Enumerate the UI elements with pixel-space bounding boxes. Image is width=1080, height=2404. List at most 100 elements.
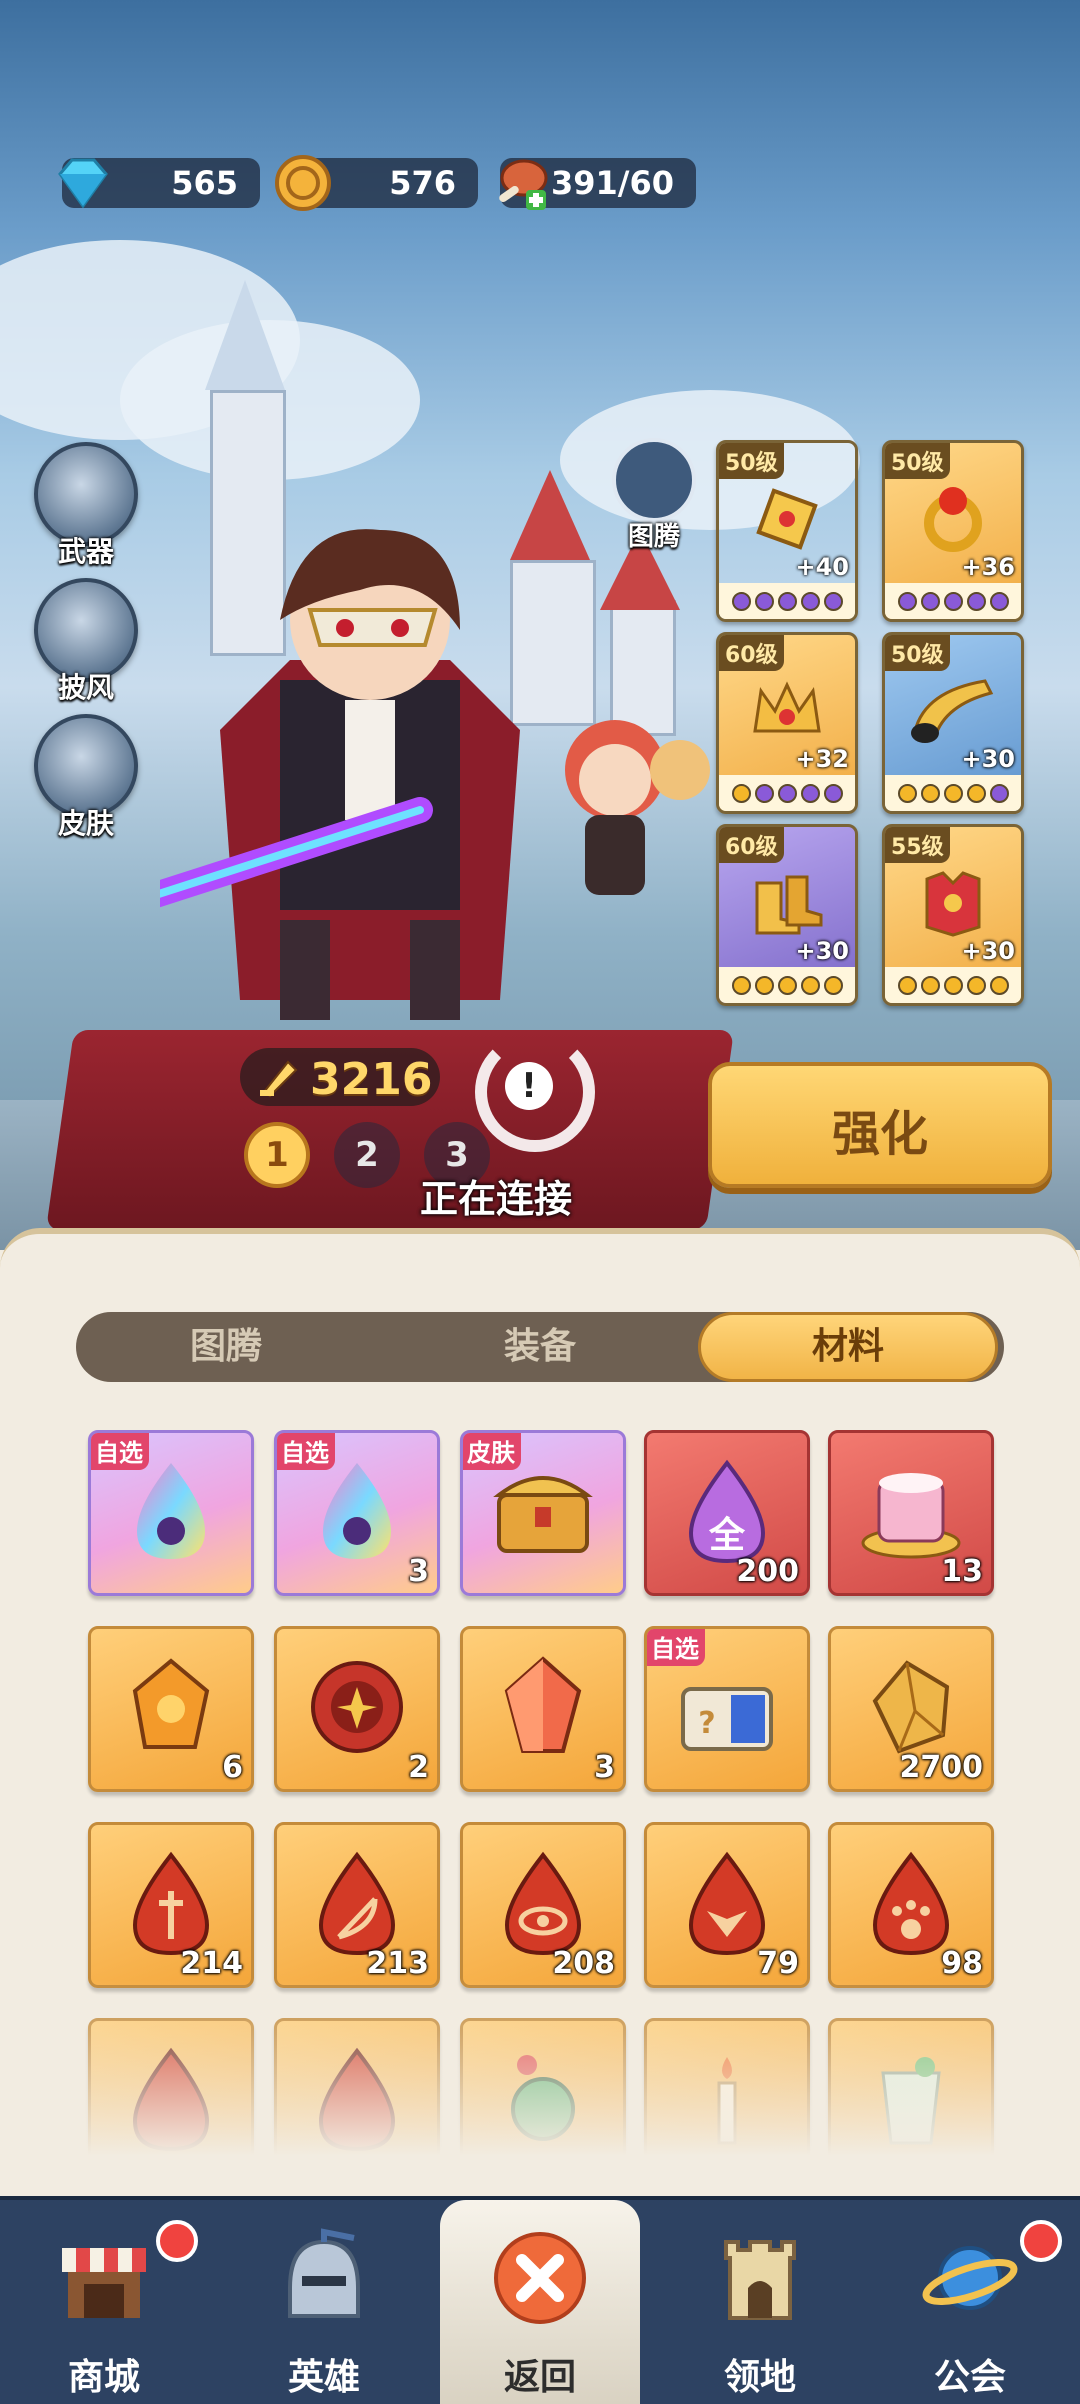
nav-hero-label: 英雄 [287, 2357, 360, 2398]
rainbow-drop-icon [137, 1463, 205, 1559]
svg-text:?: ? [698, 1706, 715, 1741]
gold-value: 576 [389, 164, 456, 202]
equipment-slot-2[interactable]: 50级 +36 [882, 440, 1024, 622]
nav-guild[interactable]: 公会 [870, 2200, 1070, 2404]
all-drop-icon: 全 [688, 1459, 766, 1564]
totem-button[interactable]: 图腾 [606, 438, 702, 553]
star-dots [719, 775, 855, 811]
inventory-item[interactable]: 214 [88, 1822, 254, 1988]
side-label-cloak: 披风 [57, 671, 114, 704]
inventory-item[interactable]: 皮肤 [460, 1430, 626, 1596]
amulet-icon [756, 488, 818, 550]
item-tag: 皮肤 [463, 1433, 521, 1470]
crown-icon [753, 681, 821, 733]
inventory-item[interactable]: 自选 3 [274, 1430, 440, 1596]
side-label-weapon: 武器 [57, 535, 114, 568]
equipment-slot-4[interactable]: 50级 +30 [882, 632, 1024, 814]
red-chip-icon [311, 1661, 403, 1753]
stamina-counter[interactable]: 391/60 [499, 158, 696, 210]
equipment-slot-3[interactable]: 60级 +32 [716, 632, 858, 814]
connecting-text: 正在连接 [420, 1177, 573, 1221]
item-tag: 自选 [277, 1433, 335, 1470]
tab-totem[interactable]: 图腾 [76, 1312, 376, 1382]
equipment-level: 50级 [885, 635, 950, 671]
item-count: 2700 [899, 1750, 984, 1785]
item-count: 98 [941, 1946, 983, 1981]
red-crystal-icon [504, 1656, 582, 1753]
equipment-slot-6[interactable]: 55级 +30 [882, 824, 1024, 1006]
equipment-plus: +30 [961, 937, 1015, 965]
nav-hero[interactable]: 英雄 [224, 2200, 424, 2404]
inventory-item[interactable]: 6 [88, 1626, 254, 1792]
item-count: 13 [941, 1554, 983, 1589]
item-count: 79 [757, 1946, 799, 1981]
loadout-page-2[interactable]: 2 [334, 1122, 400, 1188]
combat-power: 3216 [240, 1048, 440, 1106]
coin-icon [270, 150, 336, 216]
inventory-item[interactable]: 79 [644, 1822, 810, 1988]
equipment-slot-1[interactable]: 50级 +40 [716, 440, 858, 622]
bow-drop-icon [318, 1851, 396, 1956]
item-count: 208 [552, 1946, 615, 1981]
side-label-skin: 皮肤 [57, 807, 114, 840]
boots-icon [755, 875, 823, 935]
loadout-page-1[interactable]: 1 [244, 1122, 310, 1188]
equipment-level: 50级 [719, 443, 784, 479]
diamond-value: 565 [171, 164, 238, 202]
castle-icon [724, 2240, 796, 2320]
inventory-tabs: 图腾 装备 材料 [76, 1312, 1004, 1382]
item-count: 3 [594, 1750, 615, 1785]
inventory-item[interactable]: 2 [274, 1626, 440, 1792]
inventory-item[interactable]: 213 [274, 1822, 440, 1988]
rainbow-drop-icon [323, 1463, 391, 1559]
item-count: 6 [222, 1750, 243, 1785]
notification-badge [1020, 2220, 1062, 2262]
side-button-cloak[interactable]: 披风 [34, 578, 138, 706]
inventory-item[interactable]: 3 [460, 1626, 626, 1792]
inventory-item[interactable]: ? 自选 [644, 1626, 810, 1792]
totem-icon [612, 438, 696, 522]
item-count: 2 [408, 1750, 429, 1785]
nav-shop[interactable]: 商城 [4, 2200, 204, 2404]
nav-territory[interactable]: 领地 [660, 2200, 860, 2404]
nav-guild-label: 公会 [933, 2357, 1006, 2398]
tab-materials[interactable]: 材料 [698, 1312, 998, 1382]
equipment-level: 55级 [885, 827, 950, 863]
star-dots [719, 583, 855, 619]
inventory-item[interactable]: 自选 [88, 1430, 254, 1596]
wing-drop-icon [688, 1851, 766, 1956]
equipment-plus: +32 [795, 745, 849, 773]
nav-back[interactable]: 返回 [440, 2200, 640, 2404]
equipment-level: 60级 [719, 827, 784, 863]
ring-icon [924, 487, 982, 552]
totem-label: 图腾 [627, 522, 680, 552]
equipment-slot-5[interactable]: 60级 +30 [716, 824, 858, 1006]
sword-drop-icon [132, 1851, 210, 1956]
scroll-fade [0, 1980, 1080, 2200]
cake-hat-icon [861, 1473, 961, 1559]
diamond-counter[interactable]: 565 [58, 158, 260, 208]
helmet-icon [288, 2228, 360, 2318]
inventory-item[interactable]: 98 [828, 1822, 994, 1988]
nav-territory-label: 领地 [723, 2357, 796, 2398]
side-button-weapon[interactable]: 武器 [34, 442, 138, 570]
svg-text:全: 全 [708, 1514, 746, 1556]
meat-icon [488, 150, 554, 216]
horn-icon [911, 679, 994, 743]
inventory-item[interactable]: 全 200 [644, 1430, 810, 1596]
inventory-item[interactable]: 208 [460, 1822, 626, 1988]
inventory-item[interactable]: 2700 [828, 1626, 994, 1792]
armor-icon [925, 871, 981, 937]
planet-icon [922, 2246, 1018, 2310]
gold-counter[interactable]: 576 [275, 155, 478, 211]
paw-drop-icon [872, 1851, 950, 1956]
side-button-skin[interactable]: 皮肤 [34, 714, 138, 842]
item-count: 3 [408, 1554, 429, 1589]
pet-character [565, 720, 710, 895]
strengthen-button[interactable]: 强化 [708, 1062, 1052, 1188]
equipment-plus: +40 [795, 553, 849, 581]
eye-drop-icon [504, 1851, 582, 1956]
inventory-item[interactable]: 13 [828, 1430, 994, 1596]
tab-equipment[interactable]: 装备 [390, 1312, 690, 1382]
shop-icon [62, 2248, 146, 2318]
